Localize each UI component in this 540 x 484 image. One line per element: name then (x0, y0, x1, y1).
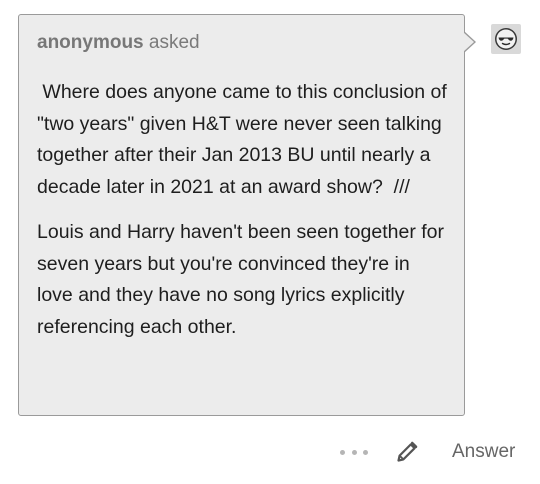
ask-box: anonymous asked Where does anyone came t… (18, 14, 476, 416)
sunglasses-face-icon (495, 28, 517, 50)
ellipsis-dot (351, 449, 357, 455)
ellipsis-dot (340, 449, 345, 455)
asker-avatar[interactable] (491, 24, 521, 54)
question-text: Where does anyone came to this conclusio… (37, 81, 453, 198)
bubble-pointer-fill (463, 32, 474, 52)
asked-label: asked (148, 32, 200, 53)
post-footer: Answer (0, 436, 540, 468)
ellipsis-icon[interactable] (340, 442, 368, 462)
answer-text: Louis and Harry haven't been seen togeth… (37, 221, 444, 338)
pencil-icon[interactable] (395, 440, 419, 464)
answer-button[interactable]: Answer (452, 439, 515, 465)
asker-line: anonymous asked (37, 29, 448, 57)
asker-name: anonymous (37, 32, 144, 53)
ellipsis-dot (363, 449, 368, 455)
